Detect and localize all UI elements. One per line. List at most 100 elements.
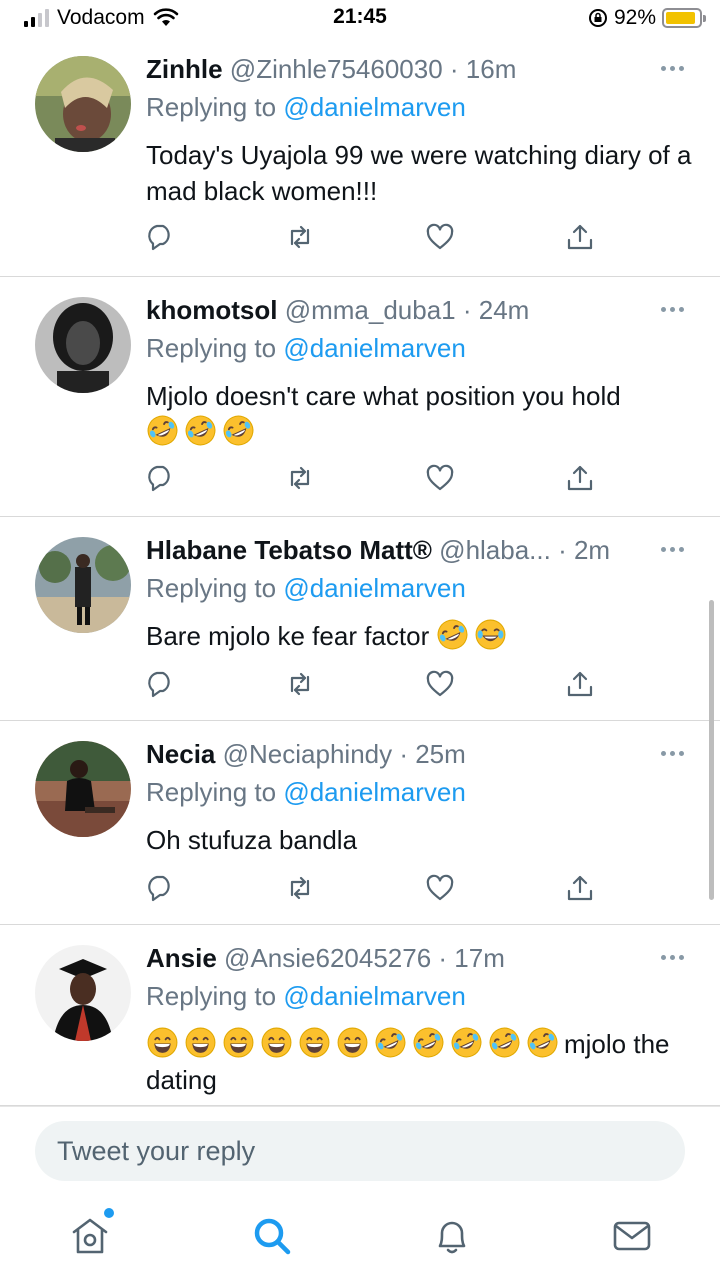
share-icon[interactable]: [565, 873, 595, 903]
tweet-header: Necia @Neciaphindy · 25m: [146, 739, 466, 769]
tweet[interactable]: Hlabane Tebatso Matt® @hlaba... · 2m Rep…: [0, 517, 720, 721]
status-bar: Vodacom 21:45 92%: [0, 0, 720, 36]
replying-to: Replying to @danielmarven: [146, 333, 466, 363]
author-name[interactable]: Zinhle: [146, 54, 223, 84]
tweet-actions: [145, 873, 593, 903]
author-handle[interactable]: @Zinhle75460030: [230, 54, 443, 84]
tweet-header: Hlabane Tebatso Matt® @hlaba... · 2m: [146, 535, 611, 565]
rofl-emoji-icon: [147, 415, 178, 446]
avatar[interactable]: [35, 945, 131, 1041]
avatar[interactable]: [35, 741, 131, 837]
tweet-time[interactable]: 16m: [466, 54, 517, 84]
more-options-icon[interactable]: [661, 955, 684, 960]
retweet-icon[interactable]: [285, 669, 315, 699]
rofl-emoji-icon: [489, 1027, 520, 1058]
tweet-body: Bare mjolo ke fear factor: [146, 618, 696, 654]
bottom-tab-bar: [0, 1206, 720, 1266]
reply-icon[interactable]: [145, 222, 175, 252]
tweet[interactable]: khomotsol @mma_duba1 · 24m Replying to @…: [0, 277, 720, 517]
rofl-emoji-icon: [375, 1027, 406, 1058]
tweet-header: khomotsol @mma_duba1 · 24m: [146, 295, 530, 325]
replying-to-label: Replying to: [146, 981, 277, 1011]
replying-to-label: Replying to: [146, 777, 277, 807]
author-name[interactable]: Ansie: [146, 943, 217, 973]
tweet-actions: [145, 222, 593, 252]
share-icon[interactable]: [565, 463, 595, 493]
tweet-header: Zinhle @Zinhle75460030 · 16m: [146, 54, 517, 84]
orientation-lock-icon: [588, 9, 607, 27]
more-options-icon[interactable]: [661, 547, 684, 552]
replying-to-mention[interactable]: @danielmarven: [283, 981, 465, 1011]
like-icon[interactable]: [425, 873, 455, 903]
rofl-emoji-icon: [185, 415, 216, 446]
emoji-row: [146, 414, 696, 450]
tweet-actions: [145, 463, 593, 493]
bell-icon[interactable]: [430, 1214, 474, 1258]
retweet-icon[interactable]: [285, 873, 315, 903]
battery-level: [666, 12, 696, 24]
replying-to-label: Replying to: [146, 573, 277, 603]
tweet-time[interactable]: 24m: [479, 295, 530, 325]
tweet-text: Mjolo doesn't care what position you hol…: [146, 381, 621, 411]
replying-to: Replying to @danielmarven: [146, 777, 466, 807]
tweet-body: Mjolo doesn't care what position you hol…: [146, 378, 696, 450]
replying-to: Replying to @danielmarven: [146, 981, 466, 1011]
replying-to-mention[interactable]: @danielmarven: [283, 777, 465, 807]
author-handle[interactable]: @mma_duba1: [285, 295, 456, 325]
home-icon[interactable]: [68, 1208, 114, 1258]
grin-emoji-icon: [147, 1027, 178, 1058]
more-options-icon[interactable]: [661, 307, 684, 312]
author-handle[interactable]: @Neciaphindy: [223, 739, 392, 769]
rofl-emoji-icon: [413, 1027, 444, 1058]
replying-to-mention[interactable]: @danielmarven: [283, 92, 465, 122]
share-icon[interactable]: [565, 669, 595, 699]
author-name[interactable]: khomotsol: [146, 295, 277, 325]
tweet[interactable]: Necia @Neciaphindy · 25m Replying to @da…: [0, 721, 720, 925]
grin-emoji-icon: [223, 1027, 254, 1058]
tweet-actions: [145, 669, 593, 699]
rofl-emoji-icon: [438, 619, 468, 650]
replying-to-mention[interactable]: @danielmarven: [283, 573, 465, 603]
share-icon[interactable]: [565, 222, 595, 252]
like-icon[interactable]: [425, 669, 455, 699]
tweet-list: Zinhle @Zinhle75460030 · 16m Replying to…: [0, 36, 720, 1106]
avatar[interactable]: [35, 297, 131, 393]
grin-emoji-icon: [299, 1027, 330, 1058]
replying-to-mention[interactable]: @danielmarven: [283, 333, 465, 363]
mail-icon[interactable]: [610, 1214, 654, 1258]
author-handle[interactable]: @hlaba...: [439, 535, 551, 565]
grin-emoji-icon: [185, 1027, 216, 1058]
author-name[interactable]: Hlabane Tebatso Matt®: [146, 535, 432, 565]
scrollbar[interactable]: [709, 600, 714, 900]
tweet-time[interactable]: 25m: [415, 739, 466, 769]
battery-icon: [662, 8, 706, 28]
reply-icon[interactable]: [145, 669, 175, 699]
tweet-body: mjolo the dating: [146, 1026, 696, 1098]
joy-emoji-icon: [476, 619, 506, 650]
like-icon[interactable]: [425, 463, 455, 493]
author-handle[interactable]: @Ansie62045276: [224, 943, 431, 973]
tweet[interactable]: Zinhle @Zinhle75460030 · 16m Replying to…: [0, 36, 720, 277]
emoji-row: [146, 1027, 564, 1059]
author-name[interactable]: Necia: [146, 739, 215, 769]
more-options-icon[interactable]: [661, 66, 684, 71]
retweet-icon[interactable]: [285, 463, 315, 493]
tweet-text: Bare mjolo ke fear factor: [146, 621, 430, 651]
retweet-icon[interactable]: [285, 222, 315, 252]
grin-emoji-icon: [261, 1027, 292, 1058]
like-icon[interactable]: [425, 222, 455, 252]
avatar[interactable]: [35, 56, 131, 152]
replying-to-label: Replying to: [146, 333, 277, 363]
emoji-row: [436, 619, 512, 651]
avatar[interactable]: [35, 537, 131, 633]
reply-icon[interactable]: [145, 463, 175, 493]
rofl-emoji-icon: [451, 1027, 482, 1058]
more-options-icon[interactable]: [661, 751, 684, 756]
tweet-time[interactable]: 17m: [454, 943, 505, 973]
tweet-time[interactable]: 2m: [574, 535, 610, 565]
tweet[interactable]: Ansie @Ansie62045276 · 17m Replying to @…: [0, 925, 720, 1106]
rofl-emoji-icon: [527, 1027, 558, 1058]
tweet-reply-input[interactable]: [35, 1121, 685, 1181]
reply-icon[interactable]: [145, 873, 175, 903]
search-icon[interactable]: [250, 1214, 294, 1258]
